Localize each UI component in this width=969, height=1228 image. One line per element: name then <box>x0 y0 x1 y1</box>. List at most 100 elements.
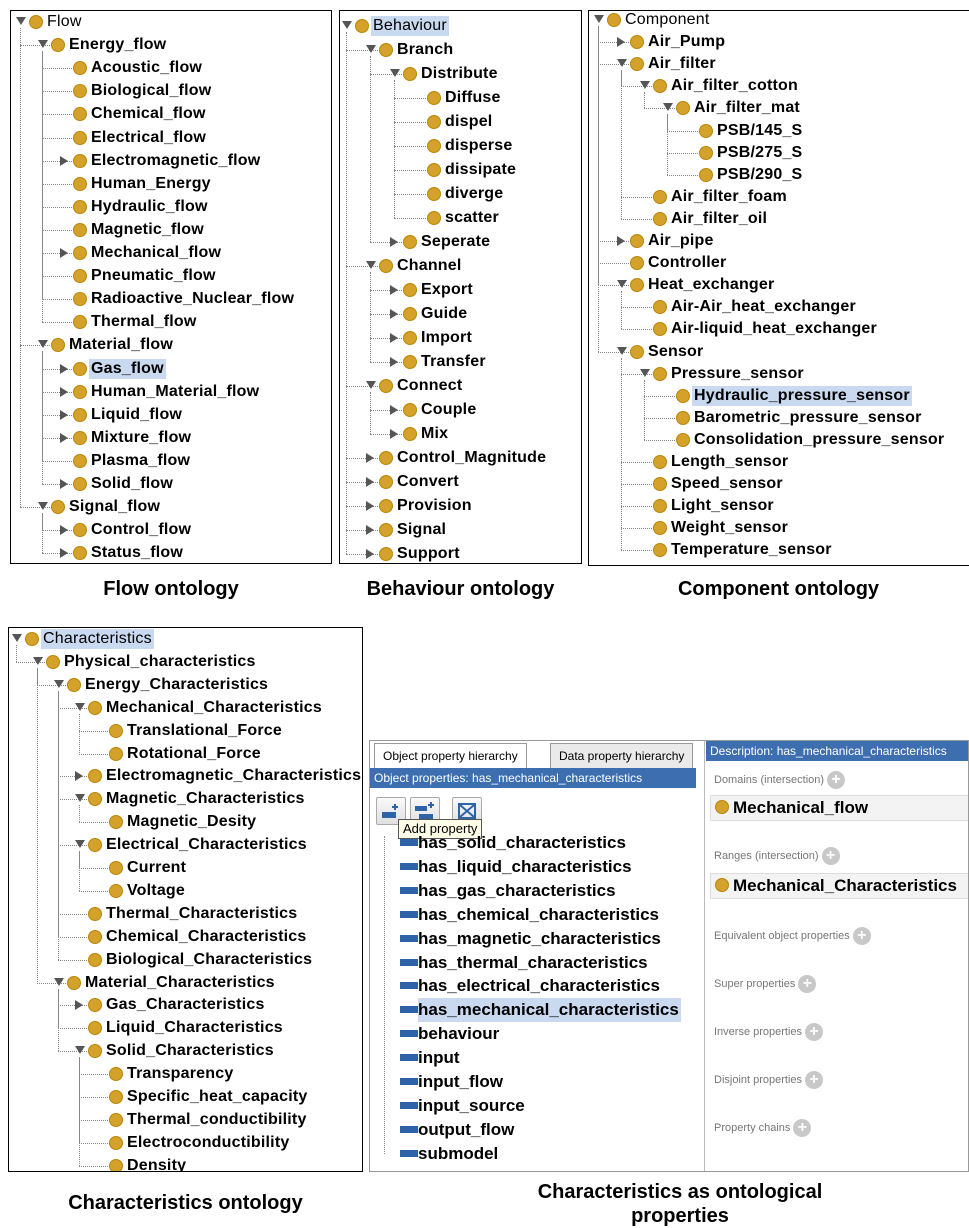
class-icon <box>630 57 644 72</box>
collapse-arrow-icon[interactable] <box>60 409 68 420</box>
collapse-arrow-icon[interactable] <box>60 363 68 374</box>
class-icon <box>73 199 87 214</box>
domains-label: Domains (intersection) <box>714 773 825 786</box>
tree-guide-line <box>79 1097 108 1098</box>
class-icon <box>379 547 393 561</box>
collapse-arrow-icon[interactable] <box>366 501 374 511</box>
expand-arrow-icon[interactable] <box>663 103 673 112</box>
collapse-arrow-icon[interactable] <box>366 453 374 463</box>
collapse-arrow-icon[interactable] <box>617 236 625 246</box>
domain-value: Mechanical_flow <box>710 795 968 821</box>
expand-arrow-icon[interactable] <box>366 45 376 53</box>
class-icon <box>46 654 60 669</box>
tree-guide-line <box>79 1142 108 1144</box>
expand-arrow-icon[interactable] <box>33 656 43 665</box>
expand-arrow-icon[interactable] <box>38 340 48 349</box>
collapse-arrow-icon[interactable] <box>390 333 398 343</box>
tree-guide-line <box>42 114 72 116</box>
class-icon <box>403 67 417 81</box>
tree-guide-line <box>79 822 108 824</box>
add-icon[interactable]: + <box>805 1023 824 1041</box>
domain-value-text: Mechanical_flow <box>733 798 869 817</box>
class-icon <box>630 234 644 248</box>
tree-guide-line <box>79 851 80 891</box>
add-icon[interactable]: + <box>798 975 817 993</box>
tree-node-label: Seperate <box>421 233 491 250</box>
expand-arrow-icon[interactable] <box>617 59 627 68</box>
tree-guide-line <box>42 351 43 484</box>
expand-arrow-icon[interactable] <box>617 346 627 355</box>
section-label: Property chains <box>714 1121 791 1134</box>
add-range-icon[interactable]: + <box>821 847 840 865</box>
collapse-arrow-icon[interactable] <box>390 237 398 247</box>
tree-node-label: Mixture_flow <box>91 428 192 446</box>
expand-arrow-icon[interactable] <box>75 840 85 849</box>
tree-guide-line <box>370 392 371 434</box>
add-icon[interactable]: + <box>852 927 871 945</box>
expand-arrow-icon[interactable] <box>75 794 85 803</box>
expand-arrow-icon[interactable] <box>366 261 376 269</box>
collapse-arrow-icon[interactable] <box>60 525 68 536</box>
collapse-arrow-icon[interactable] <box>366 477 374 487</box>
expand-arrow-icon[interactable] <box>54 679 64 688</box>
add-icon[interactable]: + <box>793 1119 812 1137</box>
class-icon <box>109 1135 123 1150</box>
expand-arrow-icon[interactable] <box>366 381 376 389</box>
collapse-arrow-icon[interactable] <box>390 429 398 439</box>
expand-arrow-icon[interactable] <box>342 21 352 29</box>
collapse-arrow-icon[interactable] <box>366 525 374 535</box>
collapse-arrow-icon[interactable] <box>60 386 68 397</box>
tree-node-label: Electroconductibility <box>127 1133 290 1151</box>
collapse-arrow-icon[interactable] <box>390 405 398 415</box>
tree-guide-line <box>644 417 675 419</box>
tree-node-label: Specific_heat_capacity <box>127 1088 308 1105</box>
tree-node-label: Guide <box>421 305 468 322</box>
collapse-arrow-icon[interactable] <box>60 548 68 559</box>
tree-node-label: Signal_flow <box>69 498 161 516</box>
collapse-arrow-icon[interactable] <box>366 549 374 559</box>
expand-arrow-icon[interactable] <box>594 15 604 23</box>
collapse-arrow-icon[interactable] <box>617 37 625 48</box>
collapse-arrow-icon[interactable] <box>390 357 398 367</box>
collapse-arrow-icon[interactable] <box>390 309 398 319</box>
expand-arrow-icon[interactable] <box>12 634 22 642</box>
collapse-arrow-icon[interactable] <box>60 479 68 489</box>
class-icon <box>379 451 393 465</box>
expand-arrow-icon[interactable] <box>54 977 64 986</box>
class-icon <box>73 107 87 122</box>
tree-node-label: Air_filter <box>648 55 716 73</box>
collapse-arrow-icon[interactable] <box>390 285 398 295</box>
tree-node-label: Diffuse <box>445 89 501 106</box>
class-icon <box>715 800 729 814</box>
expand-arrow-icon[interactable] <box>75 1046 85 1055</box>
class-icon <box>88 1044 102 1059</box>
expand-arrow-icon[interactable] <box>617 280 627 289</box>
collapse-arrow-icon[interactable] <box>60 248 68 258</box>
expand-arrow-icon[interactable] <box>16 17 26 25</box>
collapse-arrow-icon[interactable] <box>75 1000 83 1011</box>
expand-arrow-icon[interactable] <box>390 69 400 77</box>
tree-node-label: Material_Characteristics <box>85 973 275 991</box>
expand-arrow-icon[interactable] <box>38 502 48 511</box>
property-label: behaviour <box>418 1024 500 1044</box>
tab-data-property-hierarchy[interactable]: Data property hierarchy <box>550 743 694 769</box>
collapse-arrow-icon[interactable] <box>75 771 83 782</box>
add-icon[interactable]: + <box>805 1071 824 1089</box>
collapse-arrow-icon[interactable] <box>60 432 68 443</box>
tree-guide-line <box>621 484 652 486</box>
expand-arrow-icon[interactable] <box>75 702 85 711</box>
expand-arrow-icon[interactable] <box>38 40 48 49</box>
expand-arrow-icon[interactable] <box>640 368 650 377</box>
tree-guide-line <box>621 357 622 551</box>
add-domain-icon[interactable]: + <box>827 771 846 789</box>
class-icon <box>630 35 644 50</box>
expand-arrow-icon[interactable] <box>640 81 650 90</box>
tree-guide-line <box>16 645 17 662</box>
tab-object-property-hierarchy[interactable]: Object property hierarchy <box>374 743 527 769</box>
collapse-arrow-icon[interactable] <box>60 155 68 166</box>
class-icon <box>653 366 667 381</box>
tree-guide-line <box>598 26 599 352</box>
tree-node-label: Mix <box>421 425 449 442</box>
class-icon <box>379 259 393 273</box>
tree-node-label: Biological_Characteristics <box>106 950 313 968</box>
